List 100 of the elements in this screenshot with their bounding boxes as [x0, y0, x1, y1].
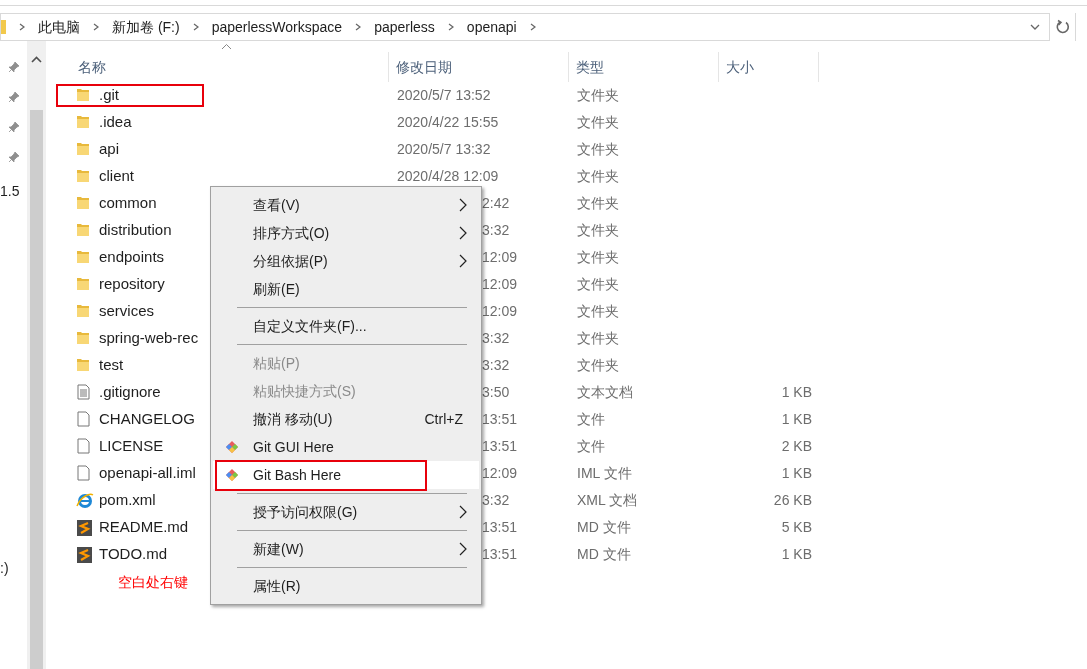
modified-date: 3:50 [482, 384, 510, 400]
file-name[interactable]: spring-web-rec [99, 327, 199, 350]
scrollbar[interactable] [27, 41, 46, 669]
pin-icon[interactable] [8, 151, 20, 163]
file-name[interactable]: LICENSE [99, 435, 164, 458]
modified-date: 2020/4/22 15:55 [397, 114, 499, 130]
file-size: 1 KB [780, 464, 812, 483]
file-name[interactable]: TODO.md [99, 543, 168, 566]
modified-date: 2020/4/28 12:09 [397, 168, 499, 184]
file-size: 1 KB [780, 410, 812, 429]
pin-icon[interactable] [8, 61, 20, 73]
file-type: 文件 [576, 437, 606, 456]
menu-item[interactable]: 授予访问权限(G) [213, 498, 479, 526]
dropdown-icon[interactable] [1030, 23, 1040, 31]
file-type: 文本文档 [576, 383, 634, 402]
file-type: 文件夹 [576, 167, 620, 186]
file-name[interactable]: common [99, 192, 157, 215]
breadcrumb-item[interactable]: paperless [370, 16, 439, 38]
modified-date: 13:51 [482, 519, 518, 535]
menu-item[interactable]: 刷新(E) [213, 275, 479, 303]
modified-date: 13:51 [482, 438, 518, 454]
file-size: 1 KB [780, 545, 812, 564]
file-type: 文件夹 [576, 329, 620, 348]
file-size: 5 KB [780, 518, 812, 537]
column-header[interactable]: 类型 [569, 52, 719, 82]
file-name[interactable]: test [99, 354, 124, 377]
document-icon [76, 545, 94, 564]
modified-date: 2020/5/7 13:32 [397, 141, 491, 157]
pin-icon[interactable] [8, 91, 20, 103]
menu-item[interactable]: Git GUI Here [213, 433, 479, 461]
chevron-icon [191, 23, 200, 31]
globe-icon [76, 491, 94, 510]
column-header[interactable]: 修改日期 [389, 52, 569, 82]
file-type: 文件夹 [576, 356, 620, 375]
modified-date: 12:09 [482, 276, 518, 292]
menu-item[interactable]: 查看(V) [213, 191, 479, 219]
refresh-icon [1054, 19, 1071, 35]
file-name[interactable]: services [99, 300, 154, 323]
file-name[interactable]: client [99, 165, 135, 188]
menu-item[interactable]: 属性(R) [213, 572, 479, 600]
address-bar[interactable]: 此电脑 新加卷 (F:) paperlessWorkspace paperless openapi [0, 13, 1076, 41]
file-type: MD 文件 [576, 518, 632, 537]
nav-item[interactable]: :) [0, 558, 27, 579]
file-type: 文件夹 [576, 248, 620, 267]
file-type: 文件夹 [576, 302, 620, 321]
column-header[interactable]: 名称 [71, 52, 389, 82]
breadcrumb-item[interactable]: paperlessWorkspace [207, 16, 347, 38]
modified-date: 12:09 [482, 249, 518, 265]
file-type: 文件夹 [576, 221, 620, 240]
modified-date: 2020/5/7 13:52 [397, 87, 491, 103]
chevron-icon [354, 23, 363, 31]
sort-icon [221, 43, 232, 50]
file-type: 文件夹 [576, 140, 620, 159]
modified-date: 3:32 [482, 357, 510, 373]
file-type: IML 文件 [576, 464, 633, 483]
chevron-icon [528, 23, 537, 31]
modified-date: 12:09 [482, 303, 518, 319]
file-name[interactable]: CHANGELOG [99, 408, 195, 431]
file-name[interactable]: .gitignore [99, 381, 161, 404]
nav-item[interactable]: 1.5 [0, 181, 27, 202]
file-name[interactable]: api [99, 138, 120, 161]
file-name[interactable]: endpoints [99, 246, 165, 269]
menu-item[interactable]: 撤消 移动(U) Ctrl+Z [213, 405, 479, 433]
chevron-icon [446, 23, 455, 31]
modified-date: 13:51 [482, 546, 518, 562]
file-type: 文件夹 [576, 113, 620, 132]
file-type: MD 文件 [576, 545, 632, 564]
folder-icon [1, 17, 6, 37]
modified-date: 3:32 [482, 222, 510, 238]
modified-date: 13:51 [482, 411, 518, 427]
breadcrumb-item[interactable]: 新加卷 (F:) [108, 16, 184, 38]
file-type: XML 文档 [576, 491, 639, 510]
file-name[interactable]: .idea [99, 111, 132, 134]
file-type: 文件夹 [576, 86, 620, 105]
breadcrumb-item[interactable]: openapi [462, 16, 521, 38]
file-type: 文件夹 [576, 275, 620, 294]
file-name[interactable]: pom.xml [99, 489, 156, 512]
file-name[interactable]: .git [99, 84, 119, 107]
menu-item[interactable]: Git Bash Here [213, 461, 479, 489]
menu-item[interactable]: 排序方式(O) [213, 219, 479, 247]
modified-date: 3:32 [482, 492, 510, 508]
file-size: 1 KB [780, 383, 812, 402]
file-name[interactable]: distribution [99, 219, 172, 242]
file-name[interactable]: openapi-all.iml [99, 462, 196, 485]
menu-item[interactable]: 新建(W) [213, 535, 479, 563]
modified-date: 2:42 [482, 195, 510, 211]
document-icon [76, 518, 94, 537]
file-type: 文件夹 [576, 194, 620, 213]
file-size: 2 KB [780, 437, 812, 456]
menu-item[interactable]: 自定义文件夹(F)... [213, 312, 479, 340]
breadcrumb-item[interactable]: 此电脑 [34, 16, 84, 38]
scroll-up-icon[interactable] [30, 55, 43, 64]
column-header[interactable]: 大小 [719, 52, 819, 82]
chevron-icon [92, 23, 100, 31]
file-name[interactable]: README.md [99, 516, 189, 539]
annotation-text: 空白处右键 [118, 573, 188, 592]
pin-icon[interactable] [8, 121, 20, 133]
file-name[interactable]: repository [99, 273, 165, 296]
menu-item[interactable]: 分组依据(P) [213, 247, 479, 275]
file-type: 文件 [576, 410, 606, 429]
